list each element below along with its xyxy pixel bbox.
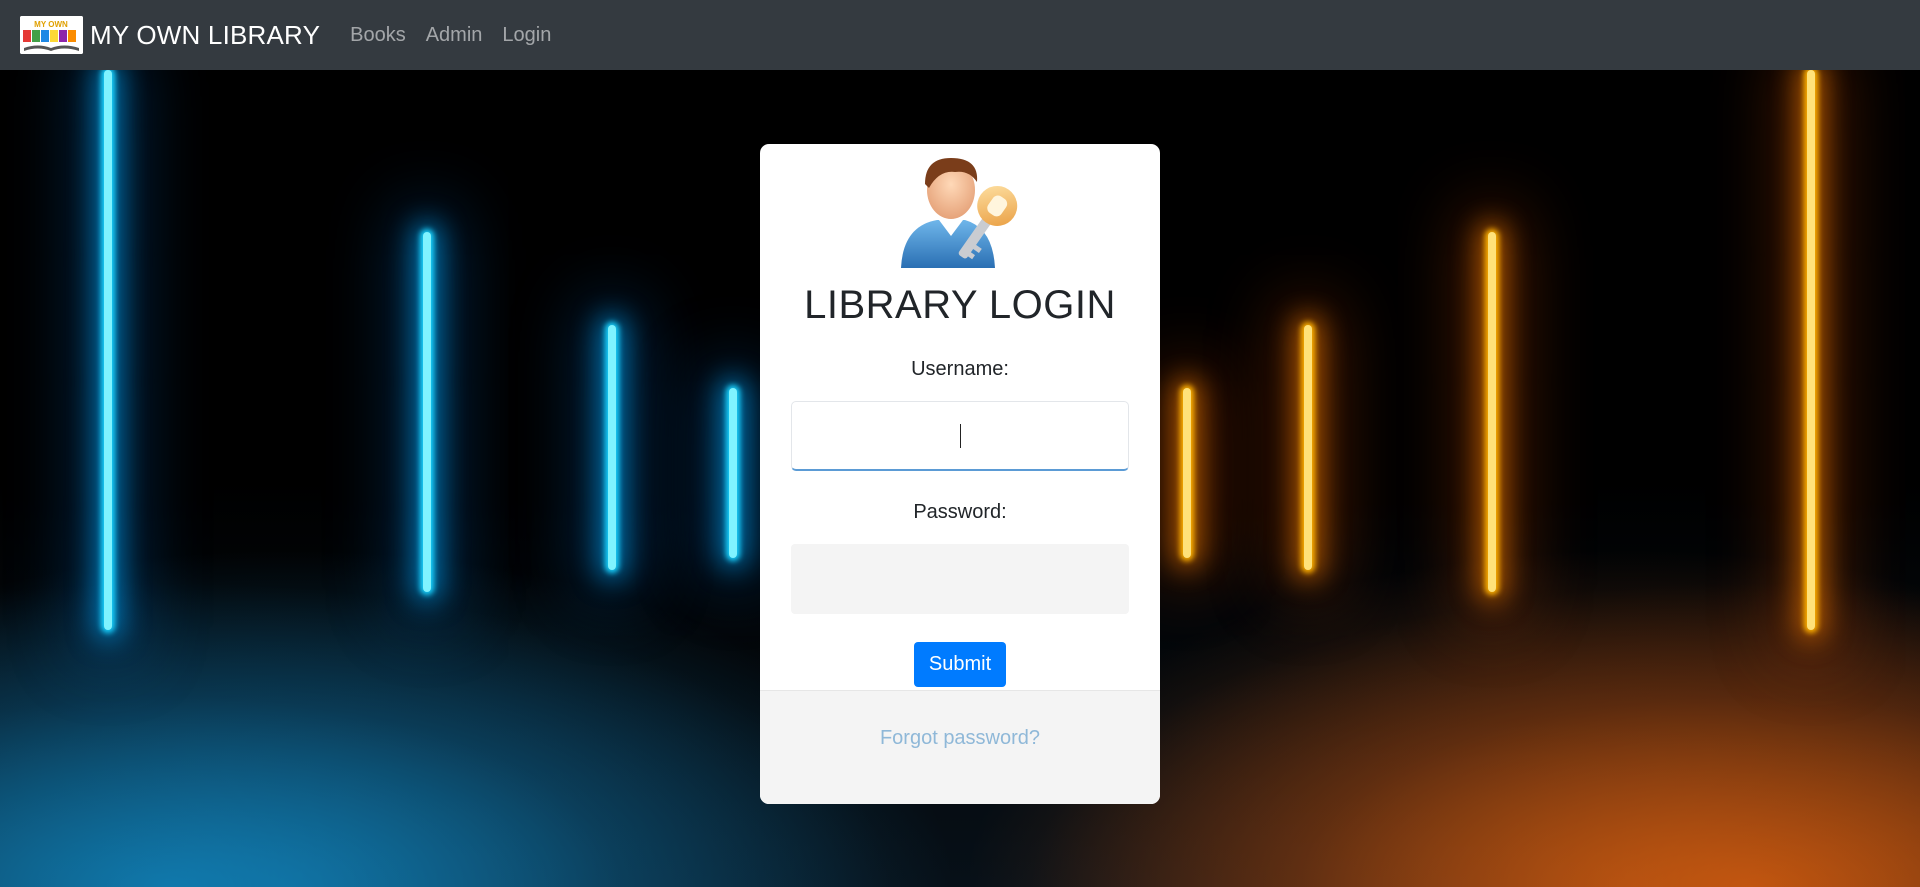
password-label: Password: [913,501,1007,523]
user-key-icon [901,158,1018,268]
text-caret [960,424,961,448]
submit-button[interactable]: Submit [913,642,1007,687]
card-footer: Forgot password? [760,690,1160,804]
username-input[interactable] [791,401,1129,471]
login-title: LIBRARY LOGIN [804,283,1116,327]
neon-pillar [1304,325,1312,570]
brand-link[interactable]: MY OWN MY OWN LIBRARY [20,16,320,54]
library-logo: MY OWN [20,16,83,54]
navbar: MY OWN MY OWN LIBRARY Books Admin Login [0,0,1920,70]
nav-link-admin[interactable]: Admin [426,24,483,47]
neon-pillar [104,70,112,630]
neon-pillar [1183,388,1191,558]
forgot-password-link[interactable]: Forgot password? [880,727,1040,750]
nav-link-login[interactable]: Login [502,24,551,47]
neon-pillar [729,388,737,558]
neon-pillar [1488,232,1496,592]
password-input[interactable] [791,544,1129,614]
neon-pillar [1807,70,1815,630]
username-label: Username: [911,358,1009,380]
nav-links: Books Admin Login [350,24,571,47]
brand-title: MY OWN LIBRARY [90,19,321,50]
svg-text:MY OWN: MY OWN [34,20,68,29]
neon-pillar [608,325,616,570]
nav-link-books[interactable]: Books [350,24,406,47]
login-card: LIBRARY LOGIN Username: Password: Submit… [760,144,1160,804]
neon-pillar [423,232,431,592]
